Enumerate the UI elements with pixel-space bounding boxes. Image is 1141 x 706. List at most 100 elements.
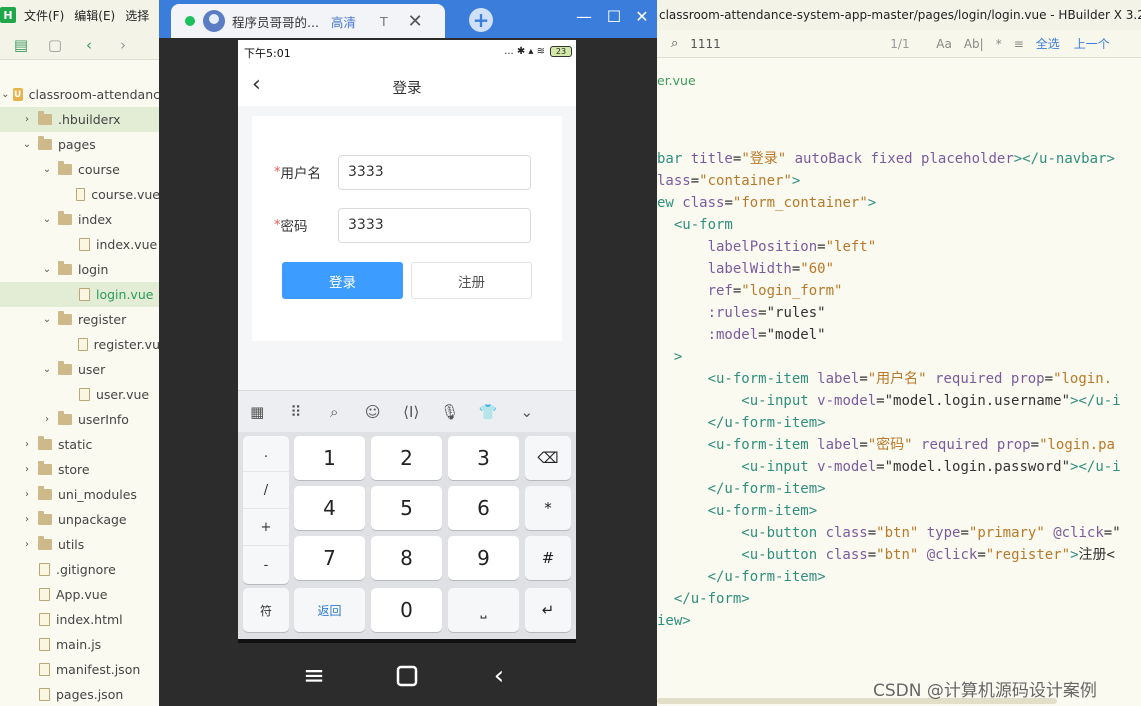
key-4[interactable]: 4 (294, 486, 365, 530)
tree-folder[interactable]: ⌄ register (0, 307, 160, 332)
tree-folder[interactable]: › userInfo (0, 407, 160, 432)
emoji-icon[interactable]: ☺ (354, 403, 393, 421)
menu-file[interactable]: 文件(F) (24, 7, 64, 24)
tree-file[interactable]: register.vu (0, 332, 160, 357)
tree-folder[interactable]: › static (0, 432, 160, 457)
expand-chevron-icon[interactable]: ⌄ (40, 214, 54, 225)
star-key[interactable]: * (525, 486, 571, 530)
backspace-key[interactable]: ⌫ (525, 436, 571, 480)
tree-folder[interactable]: › utils (0, 532, 160, 557)
key-1[interactable]: 1 (294, 436, 365, 480)
expand-chevron-icon[interactable]: › (20, 539, 34, 550)
find-previous-button[interactable]: 上一个 (1074, 35, 1110, 52)
match-case-toggle[interactable]: Aa (936, 37, 952, 51)
new-file-icon[interactable]: ▤ (8, 32, 34, 58)
key-5[interactable]: 5 (371, 486, 442, 530)
symbol-key[interactable]: . (243, 436, 289, 472)
tree-folder[interactable]: › unpackage (0, 507, 160, 532)
symbol-key[interactable]: / (243, 473, 289, 509)
keyboard-layout-icon[interactable]: ⠿ (277, 403, 316, 421)
tree-folder[interactable]: ⌄ index (0, 207, 160, 232)
expand-chevron-icon[interactable]: ⌄ (20, 139, 34, 150)
in-selection-toggle[interactable]: ≡ (1014, 37, 1024, 51)
hash-key[interactable]: # (525, 536, 571, 580)
apps-grid-icon[interactable]: ▦ (238, 403, 277, 421)
symbol-key[interactable]: - (243, 547, 289, 583)
expand-chevron-icon[interactable]: › (20, 464, 34, 475)
back-icon[interactable]: ‹ (76, 32, 102, 58)
expand-chevron-icon[interactable]: › (40, 414, 54, 425)
tree-folder[interactable]: › .hbuilderx (0, 107, 160, 132)
editor-file-tab[interactable]: er.vue (657, 73, 696, 88)
browser-tab[interactable]: 程序员哥哥的... 高清 T ✕ (171, 4, 445, 38)
tree-file[interactable]: pages.json (0, 682, 160, 706)
tab-quality-badge[interactable]: 高清 (331, 12, 356, 31)
window-close-icon[interactable]: ✕ (631, 5, 653, 27)
tree-file[interactable]: index.html (0, 607, 160, 632)
save-icon[interactable]: ▢ (42, 32, 68, 58)
cursor-icon[interactable]: ⟨I⟩ (392, 403, 431, 421)
symbols-key[interactable]: 符 (243, 588, 289, 632)
whole-word-toggle[interactable]: Ab| (964, 37, 984, 51)
skin-shirt-icon[interactable]: 👕 (469, 403, 508, 421)
expand-chevron-icon[interactable]: ⌄ (40, 364, 54, 375)
login-button[interactable]: 登录 (282, 262, 403, 299)
menu-edit[interactable]: 编辑(E) (74, 7, 115, 24)
tree-folder[interactable]: ⌄ course (0, 157, 160, 182)
code-editor[interactable]: bar title = "登录" autoBack fixed placeholde… (657, 148, 1141, 628)
search-icon[interactable]: ⌕ (315, 403, 354, 421)
code-token: ></u-navbar> (1013, 151, 1115, 167)
tree-project[interactable]: ⌄ Uclassroom-attendanc (0, 82, 160, 107)
username-input[interactable]: 3333 (338, 154, 531, 190)
expand-chevron-icon[interactable]: ⌄ (0, 89, 11, 100)
expand-chevron-icon[interactable]: ⌄ (40, 314, 54, 325)
tree-folder[interactable]: ⌄ login (0, 257, 160, 282)
expand-chevron-icon[interactable]: ⌄ (40, 264, 54, 275)
register-button[interactable]: 注册 (411, 262, 532, 299)
collapse-keyboard-icon[interactable]: ⌄ (508, 403, 547, 421)
enter-key[interactable]: ↵ (525, 588, 571, 632)
regex-toggle[interactable]: * (996, 37, 1002, 51)
home-square-icon[interactable] (392, 661, 422, 691)
return-key[interactable]: 返回 (294, 588, 365, 632)
expand-chevron-icon[interactable]: › (20, 439, 34, 450)
tab-close-icon[interactable]: ✕ (408, 11, 423, 32)
tree-folder[interactable]: ⌄ user (0, 357, 160, 382)
key-8[interactable]: 8 (371, 536, 442, 580)
menu-select[interactable]: 选择 (125, 7, 149, 24)
expand-chevron-icon[interactable]: ⌄ (40, 164, 54, 175)
forward-icon[interactable]: › (110, 32, 136, 58)
minimize-icon[interactable]: — (573, 5, 595, 27)
tree-file[interactable]: App.vue (0, 582, 160, 607)
tree-file[interactable]: user.vue (0, 382, 160, 407)
tree-file[interactable]: .gitignore (0, 557, 160, 582)
tree-folder[interactable]: › store (0, 457, 160, 482)
find-input[interactable]: 1111 (690, 37, 890, 51)
key-2[interactable]: 2 (371, 436, 442, 480)
password-input[interactable]: 3333 (338, 207, 531, 243)
tree-folder[interactable]: › uni_modules (0, 482, 160, 507)
key-0[interactable]: 0 (371, 588, 442, 632)
symbol-key[interactable]: + (243, 510, 289, 546)
tree-file[interactable]: index.vue (0, 232, 160, 257)
tree-file[interactable]: main.js (0, 632, 160, 657)
key-6[interactable]: 6 (448, 486, 519, 530)
expand-chevron-icon[interactable]: › (20, 114, 34, 125)
menu-icon[interactable]: ≡ (299, 661, 329, 691)
maximize-icon[interactable]: ☐ (603, 5, 625, 27)
key-3[interactable]: 3 (448, 436, 519, 480)
tree-label: manifest.json (56, 662, 141, 677)
space-key[interactable]: ⎵ (448, 588, 519, 632)
tree-folder[interactable]: ⌄ pages (0, 132, 160, 157)
key-9[interactable]: 9 (448, 536, 519, 580)
expand-chevron-icon[interactable]: › (20, 489, 34, 500)
tree-file[interactable]: login.vue (0, 282, 160, 307)
microphone-icon[interactable]: 🎙 (431, 403, 470, 421)
key-7[interactable]: 7 (294, 536, 365, 580)
back-triangle-icon[interactable]: ‹ (484, 661, 514, 691)
expand-chevron-icon[interactable]: › (20, 514, 34, 525)
new-tab-button[interactable]: + (469, 8, 493, 32)
tree-file[interactable]: manifest.json (0, 657, 160, 682)
select-all-button[interactable]: 全选 (1036, 35, 1060, 52)
tree-file[interactable]: course.vue (0, 182, 160, 207)
